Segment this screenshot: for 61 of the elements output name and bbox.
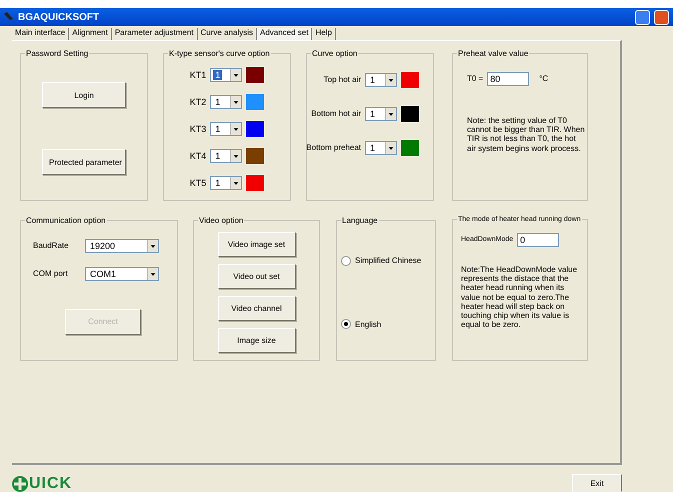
exit-button[interactable]: Exit [572,474,622,492]
radio-button[interactable] [341,319,351,330]
note-text: Note:The HeadDownMode value represents the distace that the heater head running when its value not be equal to zero.The heater head will step back on touching chip when its value is equal to be zero. [461,264,578,330]
tab[interactable]: Advanced set [257,28,312,40]
group-title: Preheat valve value [457,48,530,58]
radio-button[interactable] [341,256,351,266]
tab[interactable]: Parameter adjustment [112,28,198,40]
curve-label: Bottom hot air [311,109,361,118]
tab[interactable]: Main interface [12,28,70,40]
group-title: Video option [198,216,244,225]
dropdown[interactable]: 19200 [85,238,159,253]
dropdown[interactable]: 1 [365,140,397,155]
sensor-label: KT4 [190,150,206,161]
field-label: COM port [33,269,69,278]
field-label: BaudRate [33,241,70,250]
field-label: T0 = [467,74,484,84]
dropdown[interactable]: 1 [365,106,397,121]
dropdown[interactable]: 1 [210,176,242,190]
dialog-button[interactable]: Video image set [218,232,296,258]
note-text: Note: the setting value of T0 cannot be bigger than TIR. When TIR is not less than T0, the hot air system begins work process. [467,116,585,153]
tab[interactable]: Alignment [69,28,112,40]
color-swatch[interactable] [246,67,264,84]
color-swatch[interactable] [401,72,419,88]
input-field[interactable]: 0 [517,232,560,247]
dialog-button[interactable]: Video out set [218,264,296,290]
dropdown[interactable]: 1 [210,95,242,110]
group-title: Communication option [25,216,107,225]
dropdown[interactable]: 1 [365,72,397,87]
sensor-label: KT3 [190,124,206,134]
window-title: BGAQUICKSOFT [18,12,100,23]
curve-label: Top hot air [324,75,361,84]
radio-label: English [355,320,382,329]
dialog-button[interactable]: Login [42,82,126,108]
dropdown[interactable]: 1 [210,68,242,82]
app-icon [4,12,14,22]
group-title: Language [341,216,379,225]
radio-label: Simplified Chinese [355,256,422,266]
dropdown[interactable]: 1 [210,122,242,136]
sensor-label: KT5 [190,178,206,188]
group-title: K-type sensor's curve option [168,48,271,58]
color-swatch[interactable] [246,148,264,164]
dropdown[interactable]: COM1 [85,266,159,281]
color-swatch[interactable] [246,120,264,137]
sensor-label: KT1 [190,70,206,80]
tab[interactable]: Help [312,28,336,40]
color-swatch[interactable] [246,174,264,191]
dialog-button[interactable]: Protected parameter [42,149,126,176]
color-swatch[interactable] [246,94,264,110]
group-title: Curve option [311,48,358,58]
curve-label: Bottom preheat [306,143,361,152]
logo-mark-icon [12,476,28,492]
sensor-label: KT2 [190,97,206,108]
logo-text: UICK [29,476,72,492]
input-field[interactable]: 80 [487,72,530,86]
color-swatch[interactable] [401,140,419,156]
dialog-button[interactable]: Image size [218,328,296,353]
dialog-button[interactable]: Video channel [218,296,296,321]
group-title: Password Setting [25,48,90,58]
color-swatch[interactable] [401,106,419,122]
dropdown[interactable]: 1 [210,148,242,163]
unit-label: °C [539,74,548,84]
